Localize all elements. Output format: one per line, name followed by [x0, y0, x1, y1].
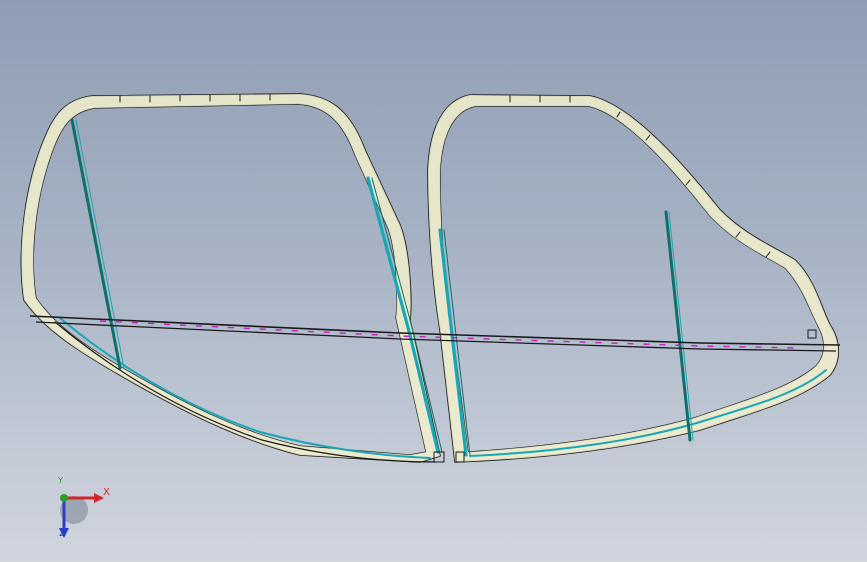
belt-line[interactable]: [29, 315, 841, 352]
triad-x-label: X: [103, 487, 110, 498]
left-door-frame[interactable]: [20, 93, 443, 463]
orientation-triad[interactable]: X Y Z: [44, 476, 124, 548]
left-door-bottom-dark: [54, 321, 437, 463]
triad-icon: [59, 493, 104, 538]
right-door-bottom-cyan: [469, 369, 827, 457]
triad-y-label: Y: [58, 476, 63, 485]
right-door-rear-rail: [664, 210, 692, 442]
left-door-cream-fill: [21, 94, 441, 462]
right-door-cream-fill: [428, 95, 839, 462]
cad-model-viewport[interactable]: [0, 0, 867, 562]
left-door-front-rail: [70, 118, 122, 370]
right-door-frame[interactable]: [427, 94, 840, 463]
left-door-outer-band: [20, 93, 441, 463]
right-door-outer-band: [427, 94, 840, 463]
right-door-rear-rail-edge: [668, 211, 694, 441]
corner-tab: [807, 329, 817, 339]
triad-z-label: Z: [59, 528, 66, 539]
triad-origin: [60, 494, 68, 502]
left-door-rear-rail: [366, 176, 440, 454]
left-door-front-rail-edge: [75, 119, 125, 369]
